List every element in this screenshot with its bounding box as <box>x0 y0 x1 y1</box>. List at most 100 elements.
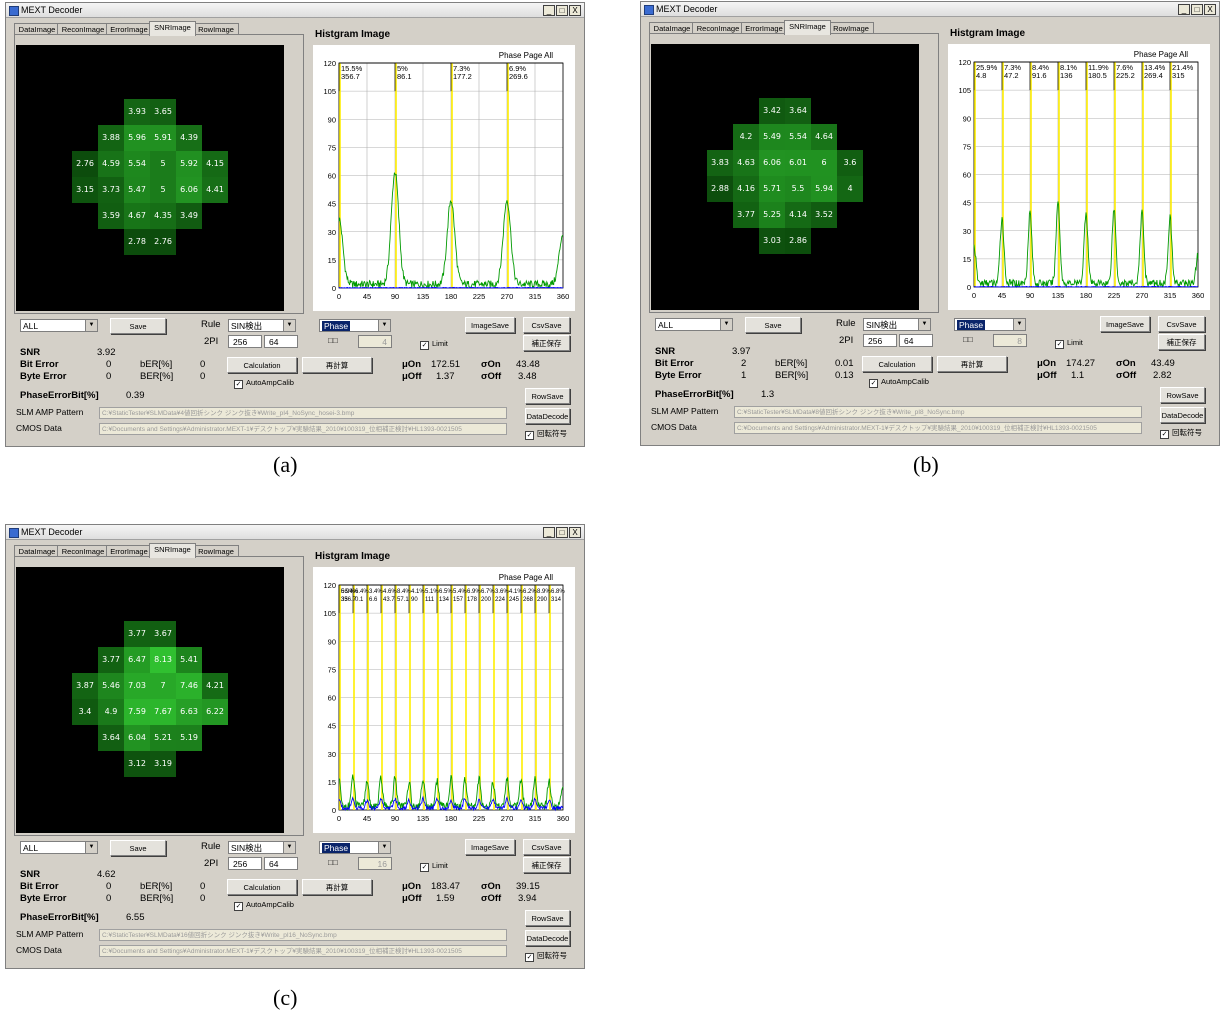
rotation-code-checkbox[interactable]: ✓ 回転符号 <box>525 428 567 440</box>
save-button[interactable]: Save <box>745 317 801 333</box>
recalc-button[interactable]: 再計算 <box>302 879 372 895</box>
phase-error-value: 6.55 <box>126 912 145 923</box>
image-save-button[interactable]: ImageSave <box>465 317 515 333</box>
chevron-down-icon[interactable]: ▼ <box>283 320 295 331</box>
close-button[interactable]: X <box>1204 4 1216 15</box>
phase-percent-label: 4.1% <box>411 589 425 595</box>
y-tick-label: 45 <box>328 200 336 209</box>
calculation-button[interactable]: Calculation <box>227 879 297 895</box>
twopi-b-input[interactable]: 64 <box>264 335 298 348</box>
bit-error-value: 0 <box>106 881 112 892</box>
phase-percent-label: 6.2% <box>523 589 537 595</box>
csv-save-button[interactable]: CsvSave <box>523 317 570 333</box>
phase-value-label: 245 <box>509 597 520 603</box>
chevron-down-icon[interactable]: ▼ <box>378 320 390 331</box>
twopi-b-input[interactable]: 64 <box>899 334 933 347</box>
save-button[interactable]: Save <box>110 318 166 334</box>
twopi-a-input[interactable]: 256 <box>228 857 262 870</box>
image-save-button[interactable]: ImageSave <box>465 839 515 855</box>
snr-cell: 6 <box>811 150 837 176</box>
correction-save-button[interactable]: 補正保存 <box>523 857 570 873</box>
calculation-button[interactable]: Calculation <box>227 357 297 373</box>
rotation-code-label: 回転符号 <box>1172 428 1202 437</box>
correction-save-button[interactable]: 補正保存 <box>1158 334 1205 350</box>
rule-select[interactable]: SIN検出 ▼ <box>228 841 296 854</box>
chevron-down-icon[interactable]: ▼ <box>283 842 295 853</box>
snr-cell: 5.96 <box>124 125 150 151</box>
tab-snrimage[interactable]: SNRImage <box>149 21 196 36</box>
twopi-a-input[interactable]: 256 <box>863 334 897 347</box>
limit-checkbox[interactable]: ✓ Limit <box>420 339 448 350</box>
sigma-on-value: 39.15 <box>516 881 540 892</box>
maximize-button[interactable]: □ <box>556 527 568 538</box>
save-button[interactable]: Save <box>110 840 166 856</box>
chevron-down-icon[interactable]: ▼ <box>85 320 97 331</box>
y-tick-label: 120 <box>958 58 971 67</box>
image-save-button[interactable]: ImageSave <box>1100 316 1150 332</box>
minimize-button[interactable]: _ <box>543 527 555 538</box>
calculation-button[interactable]: Calculation <box>862 356 932 372</box>
twopi-a-input[interactable]: 256 <box>228 335 262 348</box>
phase-percent-label: 8.4% <box>397 589 411 595</box>
phase-error-label: PhaseErrorBit[%] <box>655 389 734 400</box>
phase-select[interactable]: Phase ▼ <box>319 841 391 854</box>
maximize-button[interactable]: □ <box>1191 4 1203 15</box>
row-save-button[interactable]: RowSave <box>525 910 570 926</box>
close-button[interactable]: X <box>569 5 581 16</box>
x-tick-label: 0 <box>972 291 976 300</box>
chevron-down-icon[interactable]: ▼ <box>720 319 732 330</box>
y-tick-label: 120 <box>323 59 336 68</box>
auto-amp-calib-checkbox[interactable]: ✓ AutoAmpCalib <box>234 378 294 389</box>
mu-on-value: 174.27 <box>1066 358 1096 369</box>
minimize-button[interactable]: _ <box>543 5 555 16</box>
correction-save-button[interactable]: 補正保存 <box>523 335 570 351</box>
twopi-b-input[interactable]: 64 <box>264 857 298 870</box>
limit-checkbox[interactable]: ✓ Limit <box>420 861 448 872</box>
row-save-button[interactable]: RowSave <box>525 388 570 404</box>
data-decode-button[interactable]: DataDecode <box>525 408 570 424</box>
all-select[interactable]: ALL ▼ <box>20 841 98 854</box>
tab-snrimage[interactable]: SNRImage <box>784 20 831 35</box>
maximize-button[interactable]: □ <box>556 5 568 16</box>
chevron-down-icon[interactable]: ▼ <box>85 842 97 853</box>
ber-small-label: bER[%] <box>140 881 173 892</box>
chevron-down-icon[interactable]: ▼ <box>918 319 930 330</box>
y-tick-label: 60 <box>963 171 971 180</box>
sigma-off-value: 2.82 <box>1153 370 1172 381</box>
recalc-button[interactable]: 再計算 <box>302 357 372 373</box>
row-save-button[interactable]: RowSave <box>1160 387 1205 403</box>
csv-save-button[interactable]: CsvSave <box>1158 316 1205 332</box>
limit-checkbox[interactable]: ✓ Limit <box>1055 338 1083 349</box>
rule-select[interactable]: SIN検出 ▼ <box>228 319 296 332</box>
histogram-panel: Phase Page All 120 105 90 75 60 45 30 15 0 0 45 90 13… <box>313 45 575 311</box>
all-select[interactable]: ALL ▼ <box>655 318 733 331</box>
title-bar: MEXT Decoder _ □ X <box>6 3 584 18</box>
mu-off-label: μOff <box>1037 370 1057 381</box>
rule-select[interactable]: SIN検出 ▼ <box>863 318 931 331</box>
mu-on-label: μOn <box>402 359 422 370</box>
rotation-code-checkbox[interactable]: ✓ 回転符号 <box>525 950 567 962</box>
close-button[interactable]: X <box>569 527 581 538</box>
minimize-button[interactable]: _ <box>1178 4 1190 15</box>
chevron-down-icon[interactable]: ▼ <box>1013 319 1025 330</box>
bit-error-value: 0 <box>106 359 112 370</box>
rotation-code-checkbox[interactable]: ✓ 回転符号 <box>1160 427 1202 439</box>
data-decode-button[interactable]: DataDecode <box>1160 407 1205 423</box>
all-select[interactable]: ALL ▼ <box>20 319 98 332</box>
auto-amp-calib-checkbox[interactable]: ✓ AutoAmpCalib <box>869 377 929 388</box>
snr-cell: 4.21 <box>202 673 228 699</box>
page-count-input: 4 <box>358 335 392 348</box>
phase-select[interactable]: Phase ▼ <box>319 319 391 332</box>
recalc-button[interactable]: 再計算 <box>937 356 1007 372</box>
data-decode-button[interactable]: DataDecode <box>525 930 570 946</box>
csv-save-button[interactable]: CsvSave <box>523 839 570 855</box>
chevron-down-icon[interactable]: ▼ <box>378 842 390 853</box>
phase-value-label: 225.2 <box>1116 71 1135 80</box>
auto-amp-calib-checkbox[interactable]: ✓ AutoAmpCalib <box>234 900 294 911</box>
phase-value-label: 134 <box>439 597 450 603</box>
snr-cell: 3.12 <box>124 751 150 777</box>
slm-path-field: C:¥StaticTester¥SLMData¥4値回折シンク ジンク抜き¥Wr… <box>99 407 507 419</box>
phase-select[interactable]: Phase ▼ <box>954 318 1026 331</box>
tab-snrimage[interactable]: SNRImage <box>149 543 196 558</box>
byte-error-value: 1 <box>741 370 747 381</box>
